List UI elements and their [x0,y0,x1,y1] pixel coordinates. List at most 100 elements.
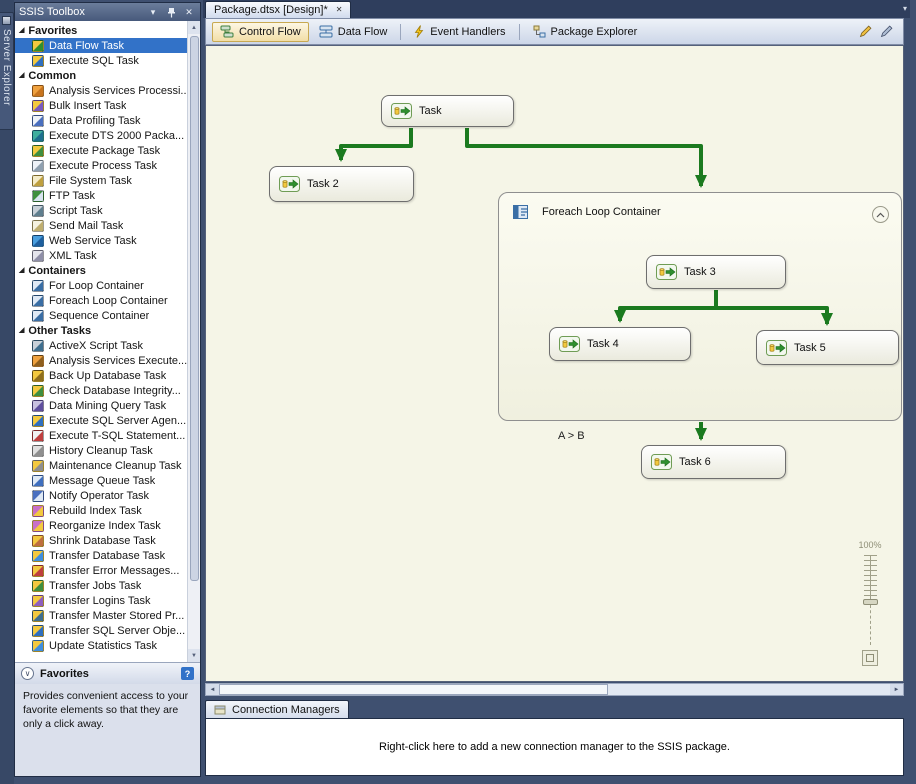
toolbox-item-label: Script Task [49,205,103,217]
toolbox-item-history-cleanup-task[interactable]: History Cleanup Task [15,443,187,458]
scroll-left-icon[interactable]: ◄ [206,684,219,695]
node-task6[interactable]: Task 6 [641,445,786,479]
toolbox-item-message-queue-task[interactable]: Message Queue Task [15,473,187,488]
toolbox-item-execute-process-task[interactable]: Execute Process Task [15,158,187,173]
toolbox-item-label: Transfer Master Stored Pr... [49,610,184,622]
toolbox-item-analysis-services-processi[interactable]: Analysis Services Processi... [15,83,187,98]
toolbox-item-reorganize-index-task[interactable]: Reorganize Index Task [15,518,187,533]
toolbox-item-label: Transfer Database Task [49,550,165,562]
scrollbar-track[interactable] [219,684,890,695]
toolbox-item-xml-task[interactable]: XML Task [15,248,187,263]
toolbox-item-maintenance-cleanup-task[interactable]: Maintenance Cleanup Task [15,458,187,473]
toolbox-item-for-loop-container[interactable]: For Loop Container [15,278,187,293]
toolbox-item-transfer-sql-server-obje[interactable]: Transfer SQL Server Obje... [15,623,187,638]
node-task3[interactable]: Task 3 [646,255,786,289]
scroll-up-icon[interactable]: ▲ [188,21,201,34]
toolbox-item-transfer-master-stored-pr[interactable]: Transfer Master Stored Pr... [15,608,187,623]
toolbox-item-foreach-loop-container[interactable]: Foreach Loop Container [15,293,187,308]
scroll-down-icon[interactable]: ▼ [188,649,201,662]
data-flow-icon [319,25,333,38]
zoom-slider[interactable] [864,555,877,601]
script-task-icon [32,205,44,217]
toolbox-item-data-mining-query-task[interactable]: Data Mining Query Task [15,398,187,413]
tab-data-flow[interactable]: Data Flow [311,22,396,42]
toolbar-separator [400,24,401,40]
section-label: Common [28,70,76,82]
toolbox-footer-header[interactable]: ∨ Favorites ? [15,662,200,684]
tab-control-flow[interactable]: Control Flow [212,22,309,42]
toolbox-item-transfer-jobs-task[interactable]: Transfer Jobs Task [15,578,187,593]
toolbox-item-execute-sql-task[interactable]: Execute SQL Task [15,53,187,68]
tab-list-icon[interactable]: ▾ [903,5,907,13]
toolbox-item-check-database-integrity[interactable]: Check Database Integrity... [15,383,187,398]
toolbox-section-favorites[interactable]: ◢Favorites [15,23,187,38]
toolbox-item-transfer-error-messages[interactable]: Transfer Error Messages... [15,563,187,578]
foreach-loop-container[interactable]: Foreach Loop Container [498,192,902,421]
scrollbar-thumb[interactable] [190,36,199,581]
toolbox-item-sequence-container[interactable]: Sequence Container [15,308,187,323]
window-menu-icon[interactable]: ▾ [146,5,160,19]
close-icon[interactable]: ✕ [336,6,343,14]
document-tab[interactable]: Package.dtsx [Design]* ✕ [205,1,351,18]
connection-managers-hint: Right-click here to add a new connection… [379,741,730,753]
toolbox-item-execute-package-task[interactable]: Execute Package Task [15,143,187,158]
toolbox-item-label: Bulk Insert Task [49,100,126,112]
toolbox-item-back-up-database-task[interactable]: Back Up Database Task [15,368,187,383]
connection-managers-tab-label: Connection Managers [232,704,340,716]
bulk-insert-task-icon [32,100,44,112]
toolbox-item-execute-t-sql-statement[interactable]: Execute T-SQL Statement... [15,428,187,443]
node-task[interactable]: Task [381,95,514,127]
help-icon[interactable]: ? [181,667,194,680]
horizontal-scrollbar[interactable]: ◄ ► [205,683,904,696]
pen-icon[interactable] [877,23,895,41]
chevron-down-icon: ∨ [21,667,34,680]
toolbox-titlebar[interactable]: SSIS Toolbox ▾ ✕ [15,3,200,21]
toolbox-item-send-mail-task[interactable]: Send Mail Task [15,218,187,233]
connection-managers-tab[interactable]: Connection Managers [205,700,349,718]
toolbox-item-transfer-database-task[interactable]: Transfer Database Task [15,548,187,563]
toolbox-item-script-task[interactable]: Script Task [15,203,187,218]
toolbox-section-containers[interactable]: ◢Containers [15,263,187,278]
toolbox-item-label: Web Service Task [49,235,137,247]
toolbox-item-notify-operator-task[interactable]: Notify Operator Task [15,488,187,503]
pin-icon[interactable] [164,5,178,19]
node-task4[interactable]: Task 4 [549,327,691,361]
fit-to-window-button[interactable] [862,650,878,666]
toolbox-item-bulk-insert-task[interactable]: Bulk Insert Task [15,98,187,113]
toolbox-item-data-profiling-task[interactable]: Data Profiling Task [15,113,187,128]
scrollbar-thumb[interactable] [219,684,608,695]
toolbox-item-web-service-task[interactable]: Web Service Task [15,233,187,248]
toolbox-item-label: Check Database Integrity... [49,385,181,397]
toolbox-item-data-flow-task[interactable]: Data Flow Task [15,38,187,53]
toolbox-section-common[interactable]: ◢Common [15,68,187,83]
collapse-chevron-icon[interactable] [872,206,889,223]
toolbox-item-ftp-task[interactable]: FTP Task [15,188,187,203]
design-surface[interactable]: Foreach Loop Container [205,45,904,682]
toolbox-item-execute-sql-server-agen[interactable]: Execute SQL Server Agen... [15,413,187,428]
toolbox-item-file-system-task[interactable]: File System Task [15,173,187,188]
pencil-icon[interactable] [856,23,874,41]
toolbox-item-transfer-logins-task[interactable]: Transfer Logins Task [15,593,187,608]
tab-package-explorer[interactable]: Package Explorer [525,22,646,42]
node-task5[interactable]: Task 5 [756,330,899,365]
toolbox-item-update-statistics-task[interactable]: Update Statistics Task [15,638,187,653]
scroll-right-icon[interactable]: ► [890,684,903,695]
node-task2[interactable]: Task 2 [269,166,414,202]
zoom-slider-thumb[interactable] [863,599,878,605]
server-explorer-tab[interactable]: Server Explorer [0,12,14,130]
execute-t-sql-statement-icon [32,430,44,442]
toolbox-item-shrink-database-task[interactable]: Shrink Database Task [15,533,187,548]
zoom-slider-track[interactable] [870,605,871,645]
toolbox-section-other-tasks[interactable]: ◢Other Tasks [15,323,187,338]
data-flow-task-icon [391,103,412,119]
toolbox-item-analysis-services-execute[interactable]: Analysis Services Execute... [15,353,187,368]
connection-managers-panel[interactable]: Right-click here to add a new connection… [205,718,904,776]
toolbox-scrollbar[interactable]: ▲ ▼ [187,21,200,662]
tab-event-handlers[interactable]: Event Handlers [406,22,513,42]
ssis-toolbox-panel: SSIS Toolbox ▾ ✕ ◢FavoritesData Flow Tas… [14,2,201,777]
toolbox-item-execute-dts-2000-packa[interactable]: Execute DTS 2000 Packa... [15,128,187,143]
data-flow-task-icon [559,336,580,352]
close-icon[interactable]: ✕ [182,5,196,19]
toolbox-item-rebuild-index-task[interactable]: Rebuild Index Task [15,503,187,518]
toolbox-item-activex-script-task[interactable]: ActiveX Script Task [15,338,187,353]
